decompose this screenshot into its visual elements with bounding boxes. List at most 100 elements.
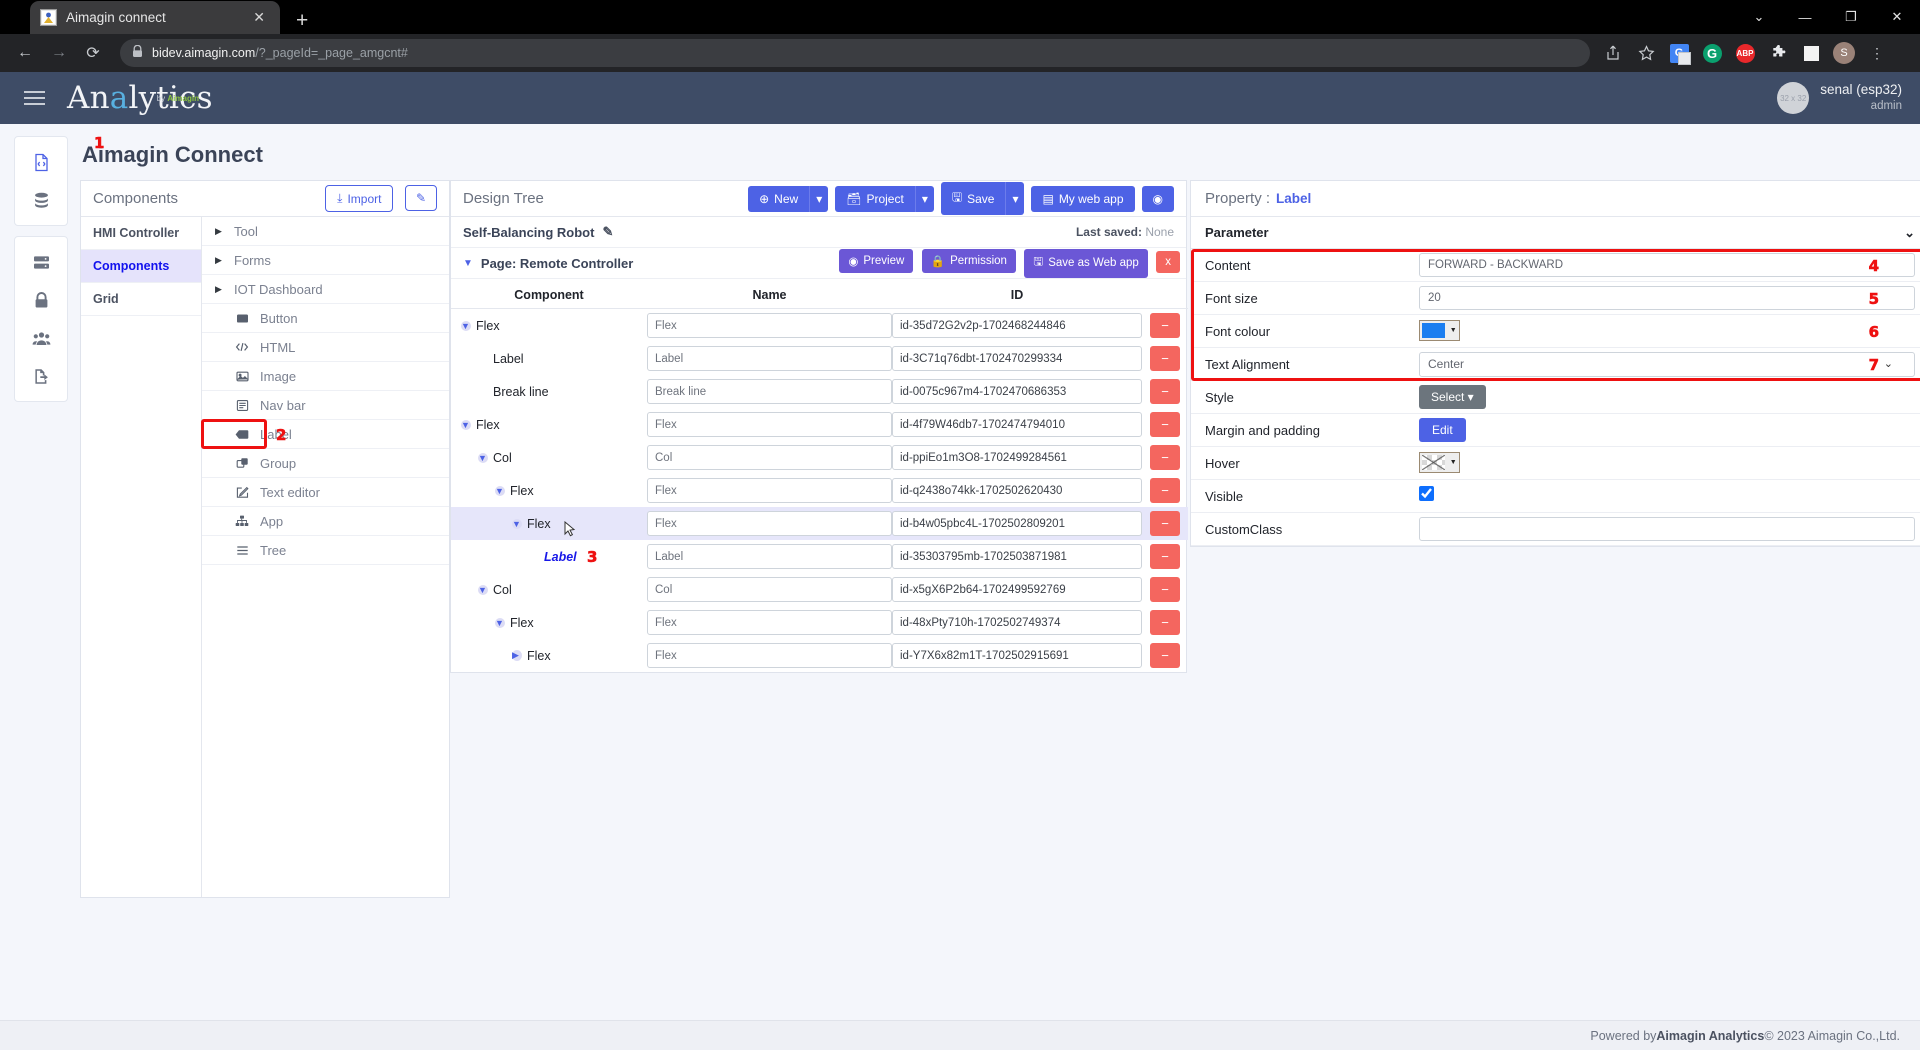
component-image[interactable]: Image — [202, 362, 449, 391]
edit-project-name-icon[interactable]: ✎ — [602, 224, 613, 240]
style-select-button[interactable]: Select ▾ — [1419, 385, 1486, 409]
delete-row-button[interactable]: − — [1150, 511, 1180, 536]
row-id-input[interactable] — [892, 379, 1142, 404]
component-tree[interactable]: Tree — [202, 536, 449, 565]
extensions-puzzle-icon[interactable] — [1767, 42, 1789, 64]
new-tab-button[interactable]: + — [296, 10, 308, 31]
row-name-input[interactable] — [647, 478, 892, 503]
preview-button[interactable]: ◉ Preview — [839, 248, 914, 273]
back-icon[interactable]: ← — [10, 38, 40, 68]
category-grid[interactable]: Grid — [81, 283, 201, 316]
row-id-input[interactable] — [892, 445, 1142, 470]
maximize-icon[interactable]: ❐ — [1828, 0, 1874, 34]
user-menu[interactable]: 32 x 32 senal (esp32) admin — [1777, 82, 1902, 114]
table-row[interactable]: ▼ Flex − — [451, 474, 1188, 507]
delete-row-button[interactable]: − — [1150, 412, 1180, 437]
content-input[interactable] — [1419, 253, 1915, 277]
row-expand-icon[interactable]: ▶ — [512, 650, 522, 661]
row-id-input[interactable] — [892, 577, 1142, 602]
delete-row-button[interactable]: − — [1150, 577, 1180, 602]
font-size-input[interactable] — [1419, 286, 1915, 310]
chrome-menu-icon[interactable]: ⋮ — [1866, 42, 1888, 64]
text-alignment-select[interactable] — [1419, 351, 1915, 377]
delete-row-button[interactable]: − — [1150, 445, 1180, 470]
delete-row-button[interactable]: − — [1150, 610, 1180, 635]
component-group-tool[interactable]: ▶ Tool — [202, 217, 449, 246]
delete-row-button[interactable]: − — [1150, 346, 1180, 371]
row-name-input[interactable] — [647, 313, 892, 338]
font-colour-picker[interactable]: ▼ — [1419, 319, 1460, 341]
table-row[interactable]: Break line − — [451, 375, 1188, 408]
row-name-input[interactable] — [647, 346, 892, 371]
delete-row-button[interactable]: − — [1150, 478, 1180, 503]
row-id-input[interactable] — [892, 313, 1142, 338]
delete-row-button[interactable]: − — [1150, 379, 1180, 404]
code-file-icon[interactable] — [15, 143, 67, 181]
row-collapse-icon[interactable]: ▼ — [495, 617, 505, 628]
save-button[interactable]: 🖫 Save — [940, 182, 1006, 215]
component-nav-bar[interactable]: Nav bar — [202, 391, 449, 420]
project-button-caret[interactable]: ▾ — [914, 185, 934, 212]
row-id-input[interactable] — [892, 346, 1142, 371]
import-button[interactable]: ⤓ Import — [325, 185, 394, 212]
component-text-editor[interactable]: Text editor — [202, 478, 449, 507]
grammarly-icon[interactable]: G — [1701, 42, 1723, 64]
close-page-button[interactable]: x — [1156, 250, 1180, 273]
component-html[interactable]: HTML — [202, 333, 449, 362]
row-name-input[interactable] — [647, 610, 892, 635]
chevron-down-icon[interactable]: ⌄ — [1904, 225, 1915, 241]
table-row[interactable]: ▼ Flex − — [451, 408, 1188, 441]
new-button[interactable]: ⊕ New — [748, 185, 810, 212]
row-name-input[interactable] — [647, 577, 892, 602]
adblock-plus-icon[interactable]: ABP — [1734, 42, 1756, 64]
row-collapse-icon[interactable]: ▼ — [461, 320, 471, 331]
google-translate-icon[interactable]: G — [1668, 42, 1691, 65]
component-label[interactable]: Label 2 — [201, 419, 449, 449]
row-collapse-icon[interactable]: ▼ — [495, 485, 505, 496]
page-expand-icon[interactable]: ▼ — [463, 258, 473, 269]
component-group[interactable]: Group — [202, 449, 449, 478]
eye-icon[interactable]: ◉ — [1141, 185, 1174, 212]
row-collapse-icon[interactable]: ▼ — [512, 518, 522, 529]
row-id-input[interactable] — [892, 511, 1142, 536]
row-name-input[interactable] — [647, 511, 892, 536]
component-app[interactable]: App — [202, 507, 449, 536]
address-bar[interactable]: bidev.aimagin.com/?_pageId=_page_amgcnt# — [120, 39, 1590, 67]
row-id-input[interactable] — [892, 478, 1142, 503]
star-icon[interactable] — [1635, 42, 1657, 64]
logout-icon[interactable] — [15, 357, 67, 395]
row-collapse-icon[interactable]: ▼ — [478, 584, 488, 595]
users-icon[interactable] — [15, 319, 67, 357]
row-id-input[interactable] — [892, 544, 1142, 569]
row-name-input[interactable] — [647, 544, 892, 569]
sidepanel-icon[interactable] — [1800, 42, 1822, 64]
margin-padding-edit-button[interactable]: Edit — [1419, 418, 1466, 442]
table-row[interactable]: ▼ Flex − — [451, 606, 1188, 639]
my-web-app-button[interactable]: ▤ My web app — [1031, 185, 1135, 212]
row-id-input[interactable] — [892, 610, 1142, 635]
row-name-input[interactable] — [647, 445, 892, 470]
parameter-section-header[interactable]: Parameter ⌄ — [1191, 217, 1920, 249]
delete-row-button[interactable]: − — [1150, 643, 1180, 668]
category-components[interactable]: Components — [81, 250, 201, 283]
table-row[interactable]: ▼ Flex − — [451, 309, 1188, 343]
hover-colour-picker[interactable]: ▼ — [1419, 451, 1460, 473]
row-collapse-icon[interactable]: ▼ — [461, 419, 471, 430]
table-row[interactable]: ▼ Flex − — [451, 507, 1188, 540]
table-row[interactable]: ▶ Flex − — [451, 639, 1188, 672]
delete-row-button[interactable]: − — [1150, 544, 1180, 569]
component-group-forms[interactable]: ▶ Forms — [202, 246, 449, 275]
component-button[interactable]: Button — [202, 304, 449, 333]
close-window-icon[interactable]: ✕ — [1874, 0, 1920, 34]
table-row[interactable]: Label 3 − — [451, 540, 1188, 573]
forward-icon[interactable]: → — [44, 38, 74, 68]
minimize-to-tray-icon[interactable]: ⌄ — [1736, 0, 1782, 34]
reload-icon[interactable]: ⟳ — [78, 38, 108, 68]
category-hmi-controller[interactable]: HMI Controller — [81, 217, 201, 250]
row-id-input[interactable] — [892, 643, 1142, 668]
table-row[interactable]: ▼ Col − — [451, 573, 1188, 606]
row-collapse-icon[interactable]: ▼ — [478, 452, 488, 463]
save-button-caret[interactable]: ▾ — [1005, 182, 1025, 215]
database-icon[interactable] — [15, 181, 67, 219]
tab-close-icon[interactable]: ✕ — [248, 9, 270, 26]
